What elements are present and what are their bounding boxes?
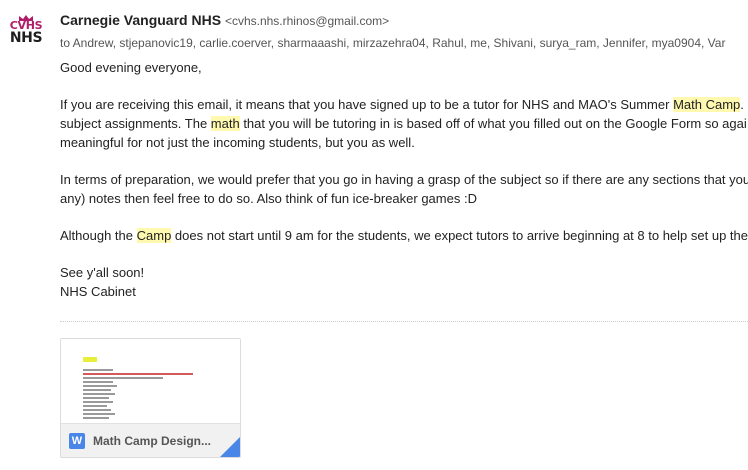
attachment-thumbnail[interactable] [61,339,240,423]
paragraph-preparation: In terms of preparation, we would prefer… [60,170,748,208]
body-text: that you will be tutoring in is based of… [239,116,747,131]
thumbnail-line [83,373,193,375]
thumbnail-line [83,389,111,391]
body-text: Although the [60,228,137,243]
greeting: Good evening everyone, [60,60,202,75]
sender-avatar[interactable]: CVHS NHS [6,12,46,48]
signature-line: See y'all soon! [60,265,145,280]
sender-email: <cvhs.nhs.rhinos@gmail.com> [224,14,390,28]
search-highlight: math [210,116,240,131]
sender-line: Carnegie Vanguard NHS <cvhs.nhs.rhinos@g… [60,11,748,30]
paragraph-intro: If you are receiving this email, it mean… [60,95,748,152]
search-highlight: Math Camp [673,97,741,112]
word-doc-icon: W [69,433,85,449]
recipients-list[interactable]: to Andrew, stjepanovic19, carlie.coerver… [60,35,748,51]
message-header: Carnegie Vanguard NHS <cvhs.nhs.rhinos@g… [60,11,748,51]
body-text: In terms of preparation, we would prefer… [60,172,748,187]
message-body: Good evening everyone, If you are receiv… [60,58,748,301]
attachment-footer[interactable]: W Math Camp Design... [61,423,240,457]
avatar-text-bottom: NHS [9,30,43,46]
thumbnail-line [83,405,107,407]
signature-name: NHS Cabinet [60,284,136,299]
body-text: any) notes then feel free to do so. Also… [60,191,477,206]
thumbnail-line [83,401,113,403]
paragraph-schedule: Although the Camp does not start until 9… [60,226,748,245]
thumbnail-line [83,369,113,371]
thumbnail-line [83,381,113,383]
thumbnail-line [83,397,109,399]
attachment-card[interactable]: W Math Camp Design... [60,338,241,458]
thumbnail-title-mark [83,357,97,362]
thumbnail-line [83,385,117,387]
body-text: . [740,97,744,112]
search-highlight: Camp [136,228,172,243]
body-text: does not start until 9 am for the studen… [171,228,748,243]
attachment-divider [60,321,748,322]
attachment-filename[interactable]: Math Camp Design... [93,434,211,448]
file-corner-fold-icon [220,437,240,457]
thumbnail-line [83,417,109,419]
body-text: If you are receiving this email, it mean… [60,97,674,112]
sender-name[interactable]: Carnegie Vanguard NHS [60,12,221,28]
body-text: subject assignments. The [60,116,211,131]
thumbnail-line [83,409,111,411]
body-text: meaningful for not just the incoming stu… [60,135,415,150]
thumbnail-line [83,377,163,379]
thumbnail-line [83,393,115,395]
thumbnail-line [83,413,115,415]
